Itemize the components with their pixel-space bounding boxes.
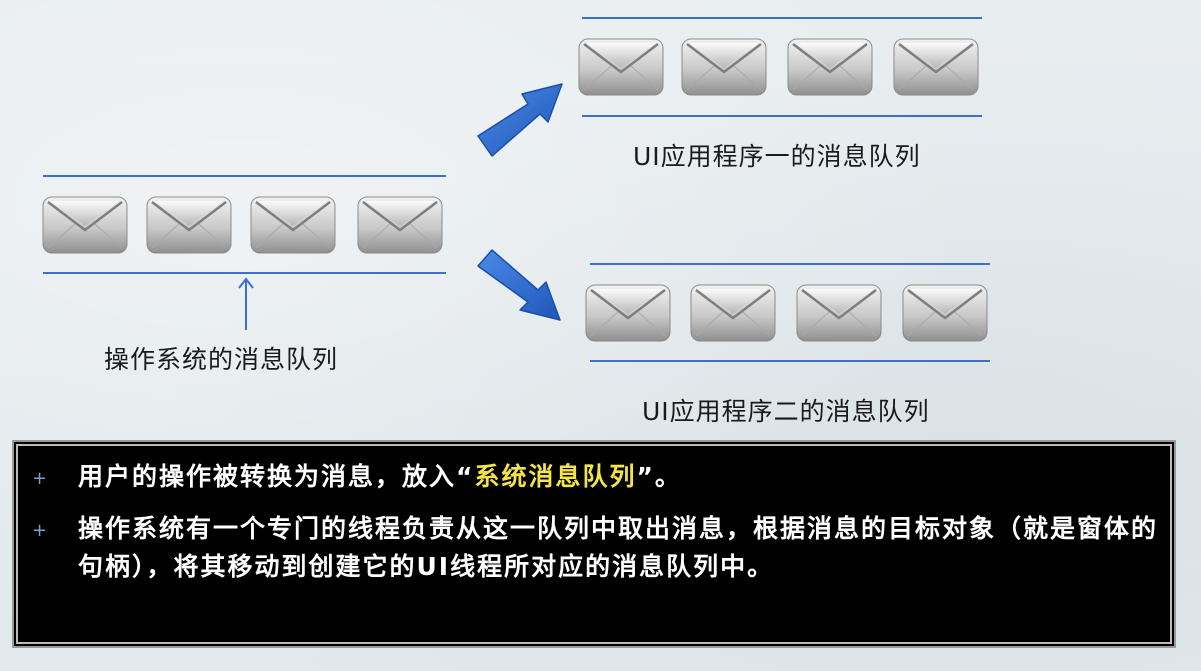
app2-queue-label: UI应用程序二的消息队列 bbox=[642, 397, 930, 426]
app1-queue-label: UI应用程序一的消息队列 bbox=[633, 142, 921, 171]
notes-box: + 用户的操作被转换为消息，放入“系统消息队列”。 + 操作系统有一个专门的线程… bbox=[16, 444, 1172, 644]
up-arrow-icon bbox=[238, 277, 254, 330]
os-queue-top-line bbox=[43, 175, 446, 177]
envelope-icon bbox=[796, 284, 882, 342]
envelope-icon bbox=[681, 38, 767, 96]
note-text-prefix: 用户的操作被转换为消息，放入“ bbox=[78, 462, 475, 491]
arrow-up-right-icon bbox=[477, 83, 563, 157]
arrow-down-right-icon bbox=[477, 249, 561, 321]
os-queue-bottom-line bbox=[43, 272, 446, 274]
os-queue-label: 操作系统的消息队列 bbox=[104, 345, 339, 374]
envelope-icon bbox=[690, 284, 776, 342]
app1-queue-top-line bbox=[582, 17, 982, 19]
envelope-icon bbox=[585, 284, 671, 342]
envelope-icon bbox=[902, 284, 988, 342]
envelope-icon bbox=[578, 38, 664, 96]
envelope-icon bbox=[146, 196, 232, 254]
plus-bullet-icon: + bbox=[32, 468, 50, 489]
note-text: 操作系统有一个专门的线程负责从这一队列中取出消息，根据消息的目标对象（就是窗体的… bbox=[78, 514, 1159, 581]
app2-queue-bottom-line bbox=[590, 360, 990, 362]
note-highlight: 系统消息队列 bbox=[474, 462, 637, 491]
envelope-icon bbox=[357, 196, 443, 254]
app2-queue-top-line bbox=[590, 263, 990, 265]
envelope-icon bbox=[893, 38, 979, 96]
note-text-suffix: ”。 bbox=[636, 462, 682, 491]
plus-bullet-icon: + bbox=[32, 520, 50, 541]
envelope-icon bbox=[42, 196, 128, 254]
envelope-icon bbox=[787, 38, 873, 96]
note-text: 用户的操作被转换为消息，放入“系统消息队列”。 bbox=[78, 458, 1163, 496]
envelope-icon bbox=[250, 196, 336, 254]
app1-queue-bottom-line bbox=[582, 115, 982, 117]
